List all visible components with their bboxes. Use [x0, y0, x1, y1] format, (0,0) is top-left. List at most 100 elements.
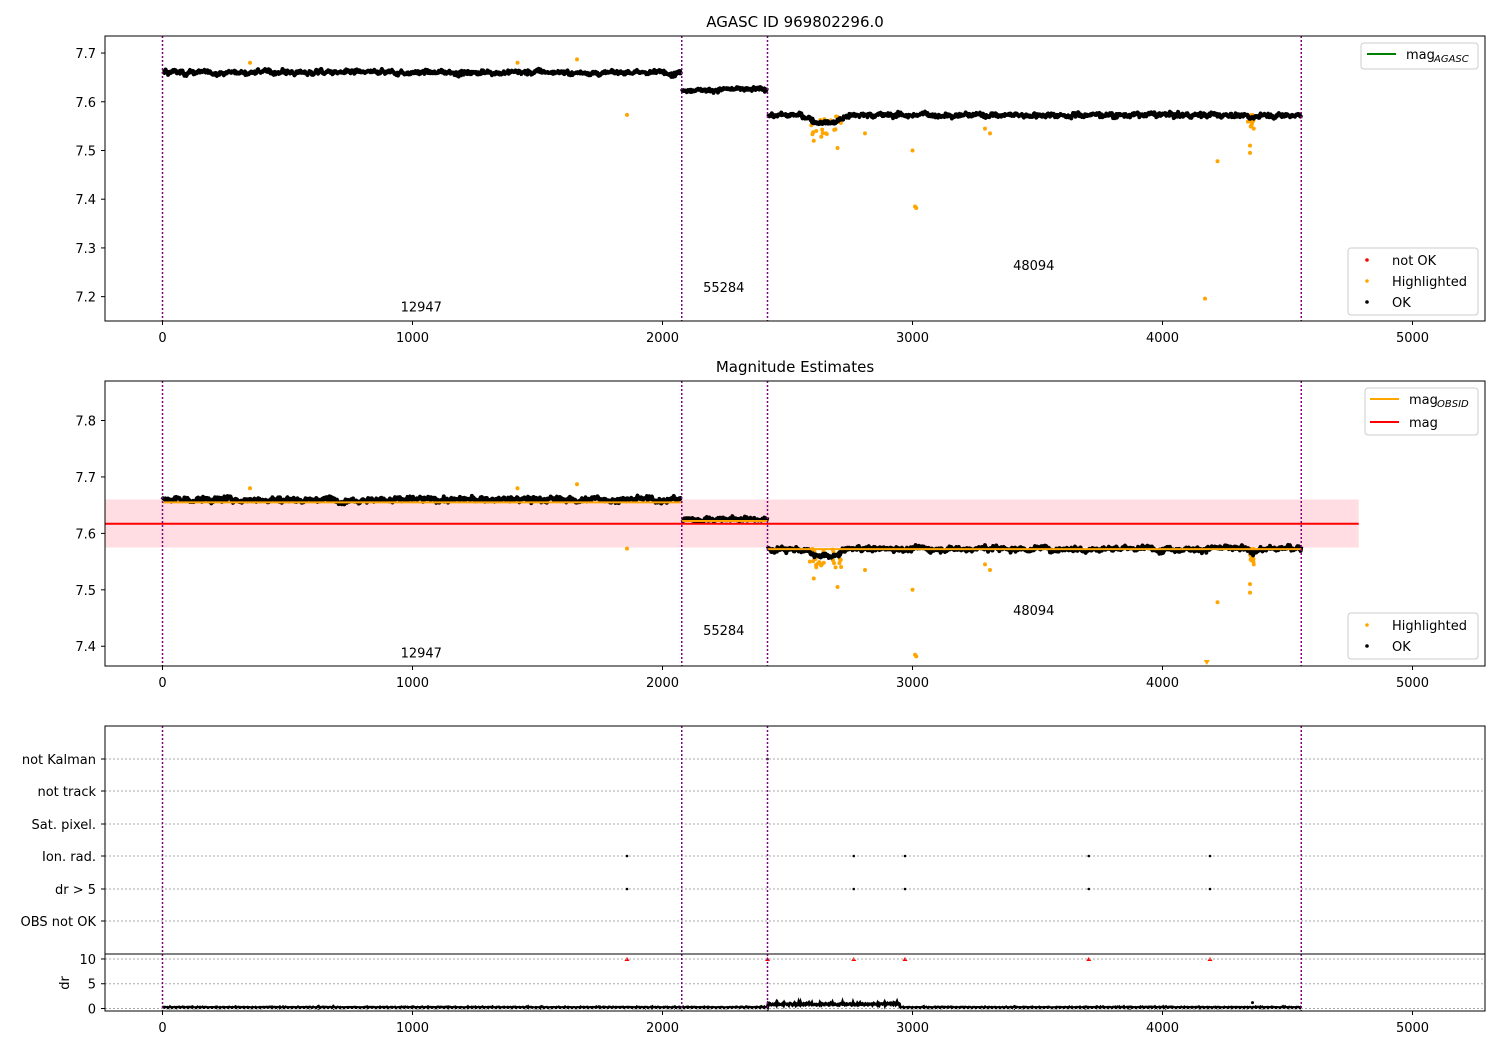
agasc-highlighted-point [811, 138, 816, 143]
dr-xtick-label: 3000 [896, 1021, 929, 1036]
agasc-xtick-label: 0 [158, 331, 166, 346]
agasc-highlighted-point [1203, 296, 1207, 301]
mag-legend-marker [1365, 623, 1369, 627]
mag-highlighted-point [983, 562, 987, 567]
mag-highlighted-point [807, 559, 812, 564]
flags-row-label: OBS not OK [21, 915, 97, 930]
mag-highlighted-point [575, 482, 579, 487]
agasc-legend-label: not OK [1392, 254, 1437, 269]
magnitude-panel-title: Magnitude Estimates [716, 358, 874, 376]
agasc-panel-legend-top: mag AGASC [1360, 42, 1479, 70]
flags-point [625, 854, 629, 858]
mag-highlighted-point [1249, 558, 1254, 563]
agasc-highlighted-point [1215, 159, 1220, 164]
dr-axis-label: dr [58, 976, 73, 990]
agasc-obsid-label: 12947 [401, 300, 442, 315]
mag-highlighted-point [863, 568, 867, 573]
mag-legend-bottom-label: OK [1392, 640, 1411, 655]
flags-point [903, 854, 907, 858]
mag-highlighted-point [835, 584, 840, 589]
mag-highlighted-point [625, 546, 629, 551]
flags-row-label: not Kalman [22, 753, 96, 768]
agasc-legend-label: OK [1392, 296, 1411, 311]
mag-xtick-label: 3000 [896, 676, 929, 691]
mag-highlighted-point [811, 559, 816, 564]
mag-legend-label: mag [1409, 416, 1438, 431]
agasc-ytick-label: 7.3 [75, 242, 96, 257]
agasc-highlighted-point [515, 60, 520, 65]
agasc-highlighted-point [820, 127, 825, 132]
mag-highlighted-point [910, 587, 915, 592]
agasc-xtick-label: 5000 [1396, 331, 1429, 346]
mag-legend-subscript: OBSID [1437, 399, 1469, 410]
agasc-ytick-label: 7.6 [75, 96, 96, 111]
agasc-legend-marker [1365, 258, 1369, 262]
mag-xtick-label: 5000 [1396, 676, 1429, 691]
mag-highlighted-point [839, 565, 844, 570]
flags-point [625, 887, 629, 891]
agasc-panel-frame [104, 35, 1486, 322]
agasc-xtick-label: 4000 [1146, 331, 1179, 346]
dr-xtick-label: 0 [158, 1021, 166, 1036]
dr-ytick-label: 5 [88, 978, 96, 993]
mag-obsid-label: 48094 [1013, 604, 1054, 619]
agasc-ytick-label: 7.4 [75, 193, 96, 208]
agasc-legend-mag-subscript: AGASC [1433, 54, 1469, 65]
dr-ytick-label: 0 [88, 1003, 96, 1018]
flags-panel-ticks: not Kalman not track Sat. pixel. Ion. rad. d… [21, 753, 105, 930]
agasc-panel-title: AGASC ID 969802296.0 [706, 13, 884, 31]
agasc-ytick-label: 7.7 [75, 47, 96, 62]
dr-xtick-label: 5000 [1396, 1021, 1429, 1036]
agasc-legend-marker [1365, 300, 1369, 304]
agasc-highlighted-point [575, 57, 579, 62]
mag-highlighted-point [1248, 582, 1252, 587]
mag-highlighted-point [819, 563, 824, 568]
agasc-panel-marks: 12947 55284 48094 [161, 36, 1304, 321]
agasc-highlighted-point [1248, 150, 1252, 155]
magnitude-panel-marks: 12947 55284 48094 [105, 381, 1359, 666]
magnitude-panel: Magnitude Estimates 12947 55284 48094 0 100… [75, 358, 1486, 691]
mag-highlighted-point [1248, 590, 1252, 595]
dr-xtick-label: 4000 [1146, 1021, 1179, 1036]
mag-obsid-label: 12947 [401, 647, 442, 662]
agasc-legend-mag-label: mag [1406, 48, 1435, 63]
mag-legend-marker [1365, 644, 1369, 648]
mag-legend-label: mag [1409, 393, 1438, 408]
flags-panel: not Kalman not track Sat. pixel. Ion. rad. d… [21, 725, 1486, 955]
figure: AGASC ID 969802296.0 12947 55284 48094 0 10… [21, 13, 1486, 1036]
flags-point [852, 854, 856, 858]
agasc-highlighted-point [811, 130, 816, 135]
flags-row-label: Ion. rad. [42, 850, 96, 865]
agasc-ytick-label: 7.5 [75, 144, 96, 159]
mag-highlighted-point [811, 576, 816, 581]
flags-panel-frame [104, 725, 1486, 955]
mag-highlighted-point [914, 654, 919, 659]
agasc-highlighted-point [988, 131, 992, 136]
mag-xtick-label: 2000 [646, 676, 679, 691]
agasc-highlighted-point [983, 126, 987, 131]
agasc-xtick-label: 3000 [896, 331, 929, 346]
mag-obsid-label: 55284 [703, 624, 744, 639]
flags-point [1208, 854, 1212, 858]
agasc-highlighted-point [910, 148, 915, 153]
agasc-xtick-label: 1000 [396, 331, 429, 346]
agasc-obsid-label: 55284 [703, 281, 744, 296]
flags-point [1087, 854, 1091, 858]
mag-ytick-label: 7.8 [75, 415, 96, 430]
agasc-legend-marker [1365, 279, 1369, 283]
flags-point [852, 887, 856, 891]
mag-clipped-highlight [1203, 660, 1210, 665]
agasc-legend-label: Highlighted [1392, 275, 1467, 290]
agasc-panel-legend-bottom: not OK Highlighted OK [1347, 247, 1479, 316]
mag-ytick-label: 7.6 [75, 527, 96, 542]
flags-point [1208, 887, 1212, 891]
flags-row-label: not track [37, 785, 96, 800]
mag-highlighted-point [833, 565, 838, 570]
dr-ytick-label: 10 [79, 953, 96, 968]
mag-highlighted-point [248, 486, 252, 491]
magnitude-panel-ticks: 0 1000 2000 3000 4000 5000 7.4 7.5 7.6 7.7 7.8 [75, 415, 1429, 691]
agasc-highlighted-point [625, 112, 629, 117]
agasc-ytick-label: 7.2 [75, 291, 96, 306]
mag-xtick-label: 1000 [396, 676, 429, 691]
mag-xtick-label: 0 [158, 676, 166, 691]
